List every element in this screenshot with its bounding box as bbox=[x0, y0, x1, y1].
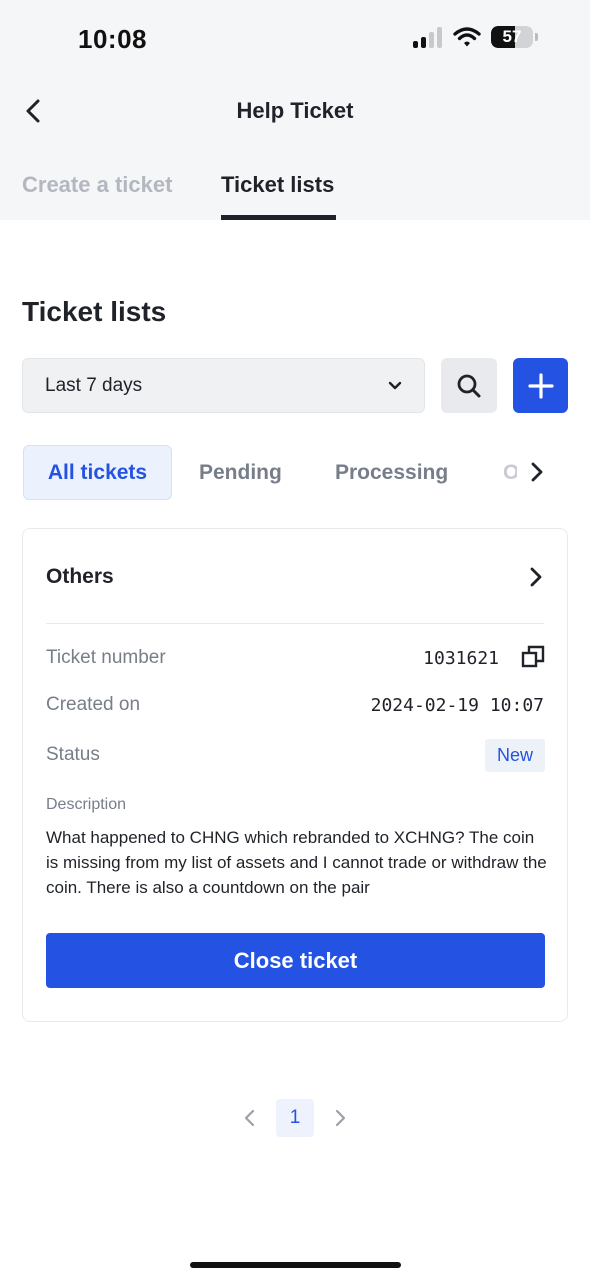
signal-icon bbox=[413, 26, 443, 48]
search-icon bbox=[457, 374, 481, 397]
wifi-icon bbox=[453, 27, 481, 47]
card-divider bbox=[46, 623, 544, 624]
chevron-right-icon bbox=[531, 462, 543, 482]
ticket-number-value: 1031621 bbox=[423, 648, 499, 669]
tab-create-ticket[interactable]: Create a ticket bbox=[22, 172, 172, 198]
search-button[interactable] bbox=[441, 358, 497, 413]
filter-tab-others[interactable]: O bbox=[503, 445, 517, 500]
battery-percent: 57 bbox=[502, 27, 522, 46]
add-ticket-button[interactable] bbox=[513, 358, 568, 413]
pagination-page-1[interactable]: 1 bbox=[276, 1099, 314, 1137]
close-ticket-button[interactable]: Close ticket bbox=[46, 933, 545, 988]
date-range-select[interactable]: Last 7 days bbox=[22, 358, 425, 413]
copy-icon bbox=[521, 645, 545, 668]
ticket-category: Others bbox=[46, 565, 114, 588]
pagination-prev-button[interactable] bbox=[240, 1106, 260, 1130]
filter-tab-all-tickets[interactable]: All tickets bbox=[23, 445, 172, 500]
description-label: Description bbox=[46, 796, 127, 813]
plus-icon bbox=[527, 372, 554, 399]
description-text: What happened to CHNG which rebranded to… bbox=[46, 828, 547, 897]
section-title: Ticket lists bbox=[22, 296, 167, 327]
page-title: Help Ticket bbox=[236, 98, 354, 123]
home-indicator bbox=[190, 1262, 401, 1268]
chevron-right-icon bbox=[530, 567, 542, 587]
date-range-label: Last 7 days bbox=[45, 374, 143, 396]
active-tab-indicator bbox=[221, 215, 336, 220]
filter-scroll-next-button[interactable] bbox=[527, 460, 547, 484]
filter-tab-pending[interactable]: Pending bbox=[199, 445, 282, 500]
created-on-value: 2024-02-19 10:07 bbox=[370, 695, 544, 716]
status-icons: 57 bbox=[413, 26, 538, 48]
battery-icon: 57 bbox=[491, 26, 533, 48]
status-label: Status bbox=[46, 744, 100, 765]
chevron-down-icon bbox=[388, 381, 402, 389]
pagination-next-button[interactable] bbox=[330, 1106, 350, 1130]
ticket-card: Others Ticket number 1031621 Created on … bbox=[22, 528, 568, 1022]
battery-nub bbox=[535, 33, 538, 41]
created-on-label: Created on bbox=[46, 694, 141, 715]
filter-tab-processing[interactable]: Processing bbox=[335, 445, 448, 500]
status-time: 10:08 bbox=[78, 24, 147, 54]
ticket-detail-button[interactable] bbox=[525, 565, 547, 589]
status-badge: New bbox=[484, 739, 545, 772]
chevron-left-icon bbox=[244, 1109, 255, 1127]
chevron-right-icon bbox=[335, 1109, 346, 1127]
copy-button[interactable] bbox=[521, 645, 545, 669]
tab-ticket-lists[interactable]: Ticket lists bbox=[221, 172, 334, 198]
ticket-number-label: Ticket number bbox=[46, 647, 166, 668]
